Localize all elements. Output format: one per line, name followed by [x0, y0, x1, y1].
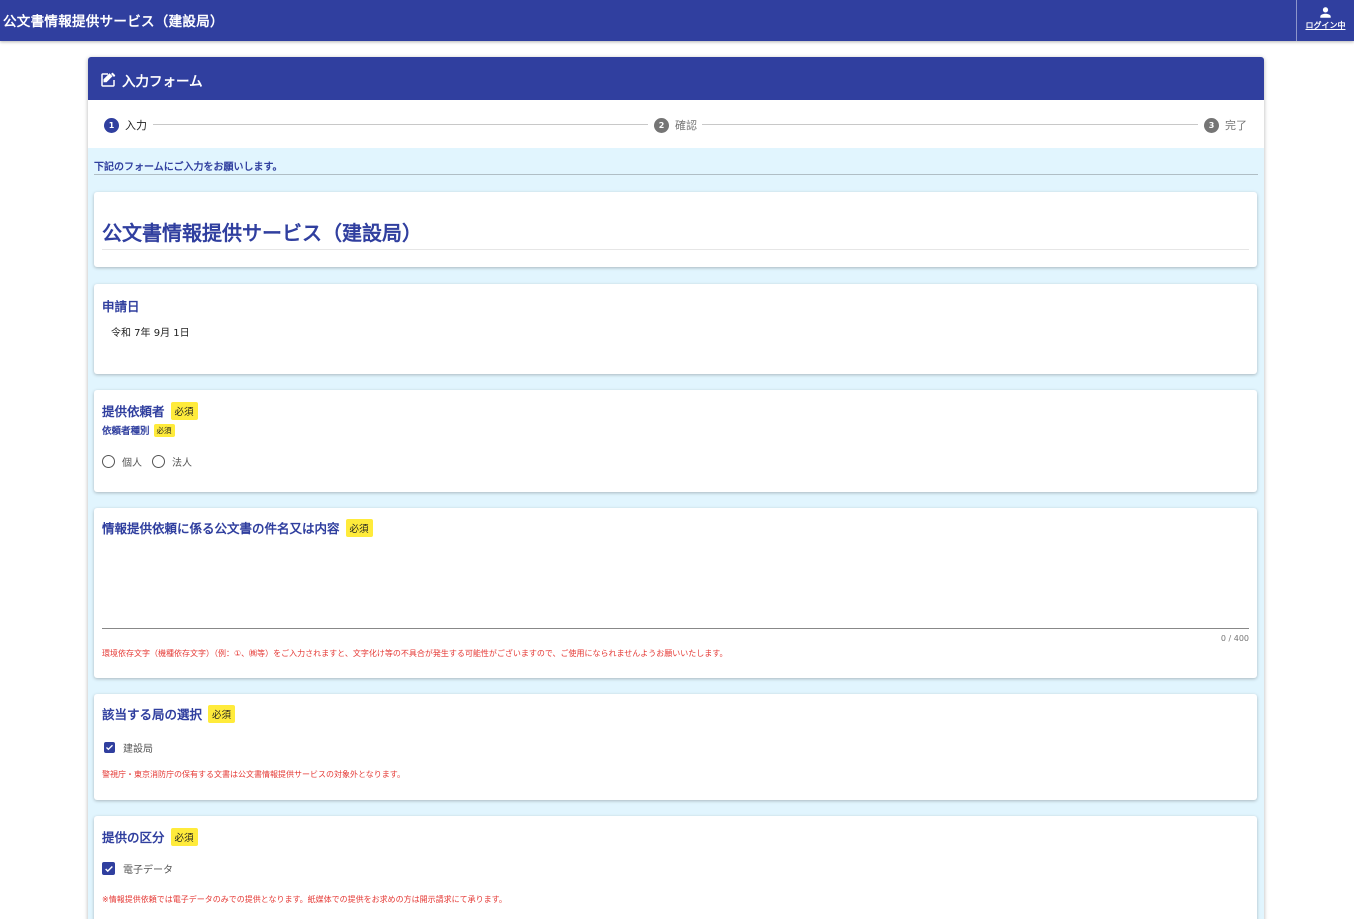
input-form-card: 入力フォーム 1 入力 2 確認 3 完了 下記のフォームにご入力をお願いします…: [88, 57, 1264, 919]
environment-dependent-char-warning: 環境依存文字（機種依存文字）（例：①、㈱等）をご入力されますと、文字化け等の不具…: [102, 649, 728, 658]
divider: [94, 174, 1258, 175]
requester-label: 提供依頼者 必須: [102, 401, 198, 420]
form-header: 入力フォーム: [88, 57, 1264, 100]
step-label: 確認: [675, 119, 697, 132]
bureau-note: 警視庁・東京消防庁の保有する文書は公文書情報提供サービスの対象外となります。: [102, 770, 405, 779]
subject-label: 情報提供依頼に係る公文書の件名又は内容 必須: [102, 518, 373, 537]
application-date-value: 令和 7年 9月 1日: [111, 328, 190, 339]
application-date-section: 申請日 令和 7年 9月 1日: [94, 284, 1257, 374]
bureau-label: 該当する局の選択 必須: [102, 704, 236, 723]
requester-type-label: 依頼者種別 必須: [102, 423, 175, 437]
requester-section: 提供依頼者 必須 依頼者種別 必須 個人 法人: [94, 390, 1257, 492]
check-icon: [104, 865, 113, 872]
divider: [102, 249, 1249, 250]
step-number: 1: [104, 117, 119, 133]
step-complete: 3 完了: [1204, 117, 1247, 133]
checkbox-label: 建設局: [123, 744, 153, 755]
radio-individual[interactable]: 個人: [102, 454, 142, 469]
provision-label: 提供の区分 必須: [102, 827, 198, 846]
app-bar: 公文書情報提供サービス（建設局） ログイン中: [0, 0, 1354, 41]
step-connector: [702, 124, 1198, 125]
step-number: 3: [1204, 117, 1219, 133]
radio-label: 個人: [122, 458, 142, 469]
step-input: 1 入力: [104, 117, 147, 133]
step-connector: [153, 124, 648, 125]
required-badge: 必須: [170, 401, 198, 420]
stepper: 1 入力 2 確認 3 完了: [88, 100, 1264, 148]
user-icon: [1320, 7, 1331, 18]
edit-icon: [101, 72, 116, 87]
app-title: 公文書情報提供サービス（建設局）: [3, 14, 224, 30]
bureau-section: 該当する局の選択 必須 建設局 警視庁・東京消防庁の保有する文書は公文書情報提供…: [94, 694, 1257, 800]
required-badge: 必須: [153, 423, 175, 437]
required-badge: 必須: [170, 827, 198, 846]
service-title-section: 公文書情報提供サービス（建設局）: [94, 192, 1257, 267]
check-icon: [106, 744, 113, 751]
radio-label: 法人: [172, 458, 192, 469]
provision-note: ※情報提供依頼では電子データのみでの提供となります。紙媒体での提供をお求めの方は…: [102, 895, 507, 904]
form-header-title: 入力フォーム: [122, 74, 203, 90]
provision-checkbox-electronic[interactable]: 電子データ: [102, 861, 173, 876]
provision-section: 提供の区分 必須 電子データ ※情報提供依頼では電子データのみでの提供となります…: [94, 816, 1257, 919]
subject-textarea[interactable]: [102, 546, 1249, 629]
radio-circle[interactable]: [102, 455, 115, 468]
checkbox-label: 電子データ: [123, 865, 173, 876]
step-label: 完了: [1225, 119, 1247, 132]
checkbox-checked[interactable]: [102, 862, 115, 875]
requester-type-radio-group: 個人 法人: [102, 454, 192, 469]
application-date-label: 申請日: [102, 299, 140, 314]
checkbox-checked[interactable]: [104, 742, 115, 753]
login-status-button[interactable]: ログイン中: [1296, 0, 1354, 41]
required-badge: 必須: [208, 704, 236, 723]
character-counter: 0 / 400: [1220, 634, 1249, 643]
form-intro-text: 下記のフォームにご入力をお願いします。: [94, 162, 283, 173]
login-label: ログイン中: [1305, 21, 1346, 30]
subject-section: 情報提供依頼に係る公文書の件名又は内容 必須 0 / 400 環境依存文字（機種…: [94, 508, 1257, 678]
radio-corporation[interactable]: 法人: [152, 454, 192, 469]
service-title: 公文書情報提供サービス（建設局）: [102, 221, 422, 245]
step-confirm: 2 確認: [654, 117, 697, 133]
step-number: 2: [654, 117, 669, 133]
step-label: 入力: [125, 119, 147, 132]
required-badge: 必須: [345, 518, 373, 537]
radio-circle[interactable]: [152, 455, 165, 468]
bureau-checkbox-construction[interactable]: 建設局: [104, 740, 153, 755]
